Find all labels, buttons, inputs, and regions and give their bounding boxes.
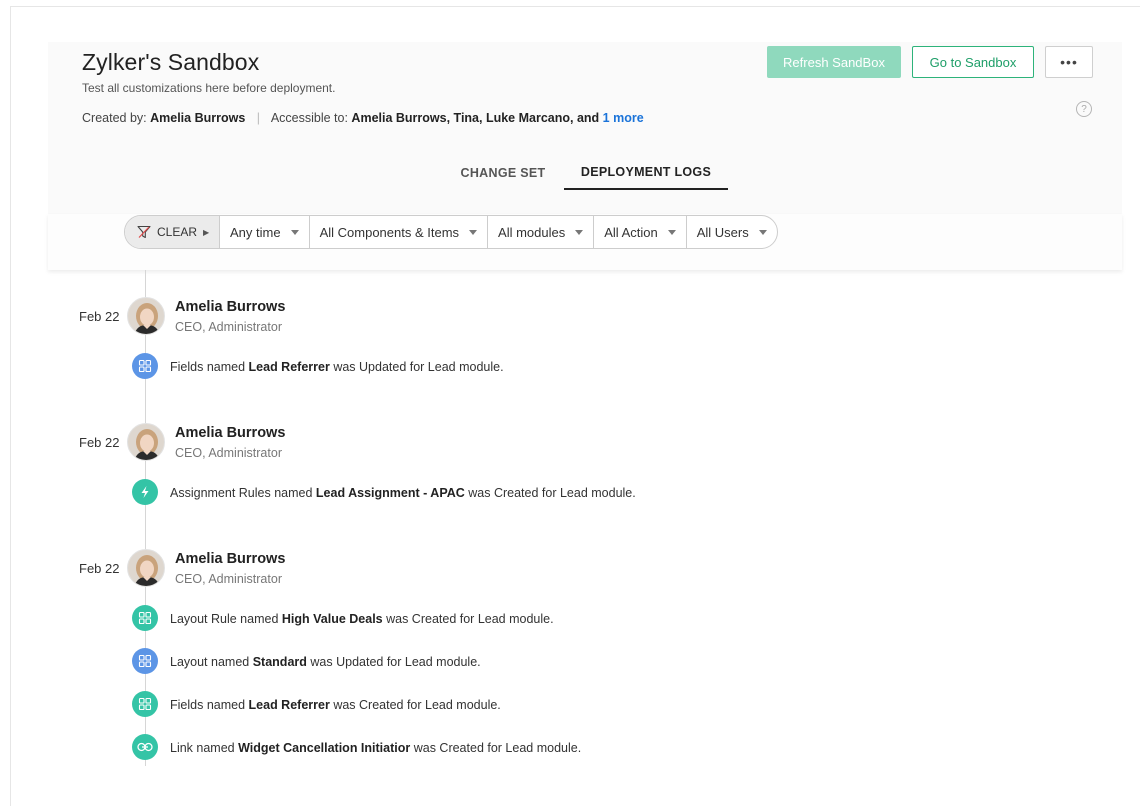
accessible-users: Amelia Burrows, Tina, Luke Marcano, and [351, 111, 600, 125]
help-icon[interactable]: ? [1076, 101, 1092, 117]
avatar[interactable] [127, 423, 165, 461]
caret-right-icon: ▶ [203, 227, 210, 237]
modules-filter-dropdown[interactable]: All modules [488, 216, 595, 248]
log-user-name[interactable]: Amelia Burrows [175, 299, 285, 315]
more-options-button[interactable]: ••• [1045, 46, 1093, 78]
components-filter-dropdown[interactable]: All Components & Items [310, 216, 489, 248]
link-icon [132, 734, 158, 760]
log-date: Feb 22 [79, 435, 120, 450]
modules-filter-value: All modules [498, 224, 566, 240]
tab-deployment-logs[interactable]: DEPLOYMENT LOGS [564, 156, 728, 190]
grid-icon [132, 648, 158, 674]
refresh-sandbox-button[interactable]: Refresh SandBox [767, 46, 901, 78]
log-user-name[interactable]: Amelia Burrows [175, 425, 285, 441]
tab-change-set[interactable]: CHANGE SET [442, 156, 564, 190]
components-filter-value: All Components & Items [319, 224, 460, 240]
created-by-label: Created by: [82, 111, 147, 125]
go-to-sandbox-button[interactable]: Go to Sandbox [912, 46, 1034, 78]
log-entry: Assignment Rules named Lead Assignment -… [170, 486, 636, 500]
log-user-name[interactable]: Amelia Burrows [175, 551, 285, 567]
filter-bar: CLEAR ▶ Any time All Components & Items … [124, 215, 778, 249]
log-date: Feb 22 [79, 561, 120, 576]
avatar[interactable] [127, 297, 165, 335]
chevron-down-icon [469, 229, 478, 235]
log-entry: Link named Widget Cancellation Initiatio… [170, 741, 582, 755]
filter-icon [137, 225, 151, 239]
created-by-name: Amelia Burrows [150, 111, 246, 125]
avatar[interactable] [127, 549, 165, 587]
meta-separator: | [256, 111, 261, 125]
users-filter-value: All Users [696, 224, 749, 240]
action-filter-dropdown[interactable]: All Action [594, 216, 687, 248]
log-user-role: CEO, Administrator [175, 320, 282, 334]
log-user-role: CEO, Administrator [175, 572, 282, 586]
sandbox-meta: Created by: Amelia Burrows | Accessible … [82, 111, 644, 125]
grid-icon [132, 605, 158, 631]
chevron-down-icon [667, 229, 676, 235]
log-entry: Fields named Lead Referrer was Created f… [170, 698, 501, 712]
log-date: Feb 22 [79, 309, 120, 324]
grid-icon [132, 353, 158, 379]
action-filter-value: All Action [604, 224, 658, 240]
log-user-role: CEO, Administrator [175, 446, 282, 460]
page-subtitle: Test all customizations here before depl… [82, 81, 336, 95]
page-title: Zylker's Sandbox [82, 49, 260, 75]
users-filter-dropdown[interactable]: All Users [687, 216, 777, 248]
log-entry: Layout named Standard was Updated for Le… [170, 655, 481, 669]
tab-bar: CHANGE SET DEPLOYMENT LOGS [442, 156, 728, 190]
accessible-label: Accessible to: [270, 111, 348, 125]
time-filter-dropdown[interactable]: Any time [220, 216, 310, 248]
more-users-link[interactable]: 1 more [603, 111, 644, 125]
clear-filters-button[interactable]: CLEAR ▶ [125, 216, 220, 248]
chevron-down-icon [290, 229, 299, 235]
time-filter-value: Any time [230, 224, 281, 240]
chevron-down-icon [758, 229, 767, 235]
log-entry: Layout Rule named High Value Deals was C… [170, 612, 554, 626]
grid-icon [132, 691, 158, 717]
lightning-icon [132, 479, 158, 505]
clear-label: CLEAR [157, 225, 198, 239]
chevron-down-icon [575, 229, 584, 235]
log-entry: Fields named Lead Referrer was Updated f… [170, 360, 504, 374]
